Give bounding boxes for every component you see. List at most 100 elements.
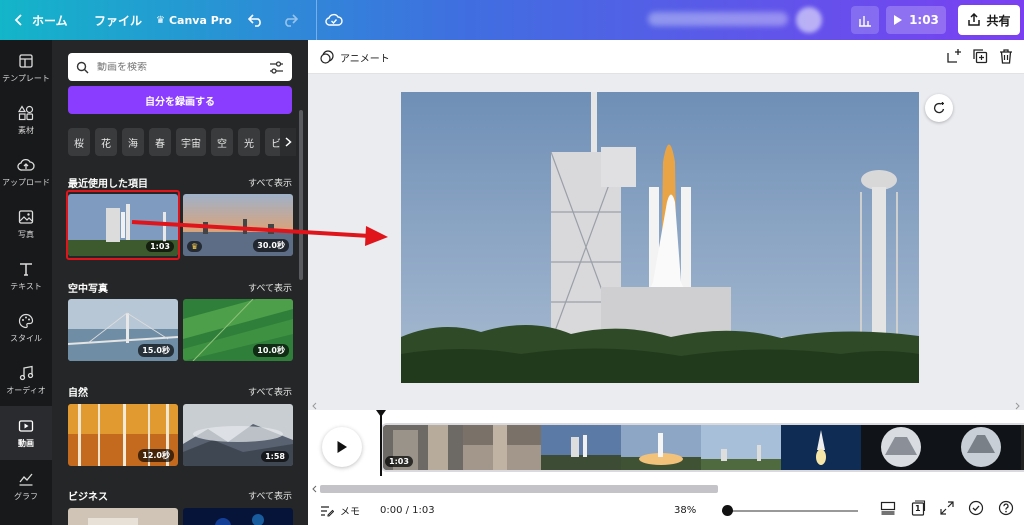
section-recent-header: 最近使用した項目 すべて表示	[68, 175, 292, 190]
playhead[interactable]	[376, 410, 386, 476]
file-menu[interactable]: ファイル	[94, 0, 142, 40]
rail-item-text[interactable]: テキスト	[0, 250, 52, 302]
avatar[interactable]	[796, 7, 822, 33]
notes-button[interactable]: メモ	[320, 496, 360, 525]
section-nature-header: 自然 すべて表示	[68, 384, 292, 399]
file-label: ファイル	[94, 13, 143, 28]
refresh-sparkle-icon	[933, 102, 945, 114]
video-thumb-field[interactable]: 10.0秒	[183, 299, 293, 361]
see-all-link[interactable]: すべて表示	[248, 281, 292, 294]
share-button[interactable]: 共有	[958, 5, 1020, 35]
chip-flower[interactable]: 花	[95, 128, 117, 156]
video-thumb-autumn-forest[interactable]: 12.0秒	[68, 404, 178, 466]
rail-item-style[interactable]: スタイル	[0, 302, 52, 354]
page-count-button[interactable]: 1	[910, 500, 926, 516]
rail-item-chart[interactable]: グラフ	[0, 460, 52, 512]
rail-item-video[interactable]: 動画	[0, 406, 52, 460]
add-page-icon[interactable]	[946, 48, 962, 64]
video-thumb-bridge[interactable]: 15.0秒	[68, 299, 178, 361]
home-button[interactable]: ホーム	[14, 0, 68, 40]
timeline: 1:03	[308, 410, 1024, 482]
undo-icon	[248, 14, 261, 27]
video-clip-track[interactable]	[381, 423, 1024, 472]
business-desk-thumbnail	[68, 508, 178, 525]
filter-icon[interactable]	[269, 60, 284, 74]
rail-item-photo[interactable]: 写真	[0, 198, 52, 250]
cloud-save-status[interactable]	[316, 0, 343, 40]
fullscreen-icon[interactable]	[940, 501, 954, 515]
grid-view-icon[interactable]	[880, 501, 896, 515]
timeline-play-button[interactable]	[322, 427, 362, 467]
present-play-button[interactable]: 1:03	[886, 6, 946, 34]
home-label: ホーム	[32, 13, 68, 28]
video-thumb-sunset-city[interactable]: ♛ 30.0秒	[183, 194, 293, 256]
zoom-slider-handle[interactable]	[722, 505, 733, 516]
insights-button[interactable]	[851, 6, 879, 34]
chip-sea[interactable]: 海	[122, 128, 144, 156]
video-thumb-misty-mountains[interactable]: 1:58	[183, 404, 293, 466]
redo-icon	[285, 14, 298, 27]
timeline-scroll-thumb[interactable]	[320, 485, 718, 493]
animate-button[interactable]: アニメート	[320, 40, 390, 74]
rail-item-upload[interactable]: アップロード	[0, 146, 52, 198]
canva-pro-label: Canva Pro	[168, 13, 232, 27]
delete-page-icon[interactable]	[998, 48, 1014, 64]
elements-icon	[18, 104, 34, 120]
rail-item-elements[interactable]: 素材	[0, 94, 52, 146]
notes-icon	[321, 505, 334, 516]
duration-badge: 1:58	[261, 451, 289, 462]
section-title: 自然	[68, 388, 88, 399]
undo-button[interactable]	[248, 0, 264, 40]
editor-toolbar: アニメート	[308, 40, 1024, 74]
video-thumb-business-network[interactable]	[183, 508, 293, 525]
video-thumb-business-desk[interactable]	[68, 508, 178, 525]
help-icon[interactable]	[998, 500, 1014, 516]
clip-duration-badge: 1:03	[385, 456, 413, 467]
search-box[interactable]	[68, 53, 292, 81]
see-all-link[interactable]: すべて表示	[248, 176, 292, 189]
regenerate-button[interactable]	[925, 94, 953, 122]
chip-space[interactable]: 宇宙	[176, 128, 206, 156]
bar-chart-icon	[859, 16, 871, 27]
panel-scrollbar[interactable]	[299, 110, 303, 280]
notes-label: メモ	[340, 507, 360, 518]
rail-item-template[interactable]: テンプレート	[0, 42, 52, 94]
side-rail: テンプレート 素材 アップロード 写真 テキスト スタイル オーディオ 動画 グ…	[0, 40, 52, 525]
timeline-scrollbar[interactable]	[308, 482, 1024, 496]
chevron-right-icon	[285, 137, 292, 147]
canva-pro-button[interactable]: ♛ Canva Pro	[156, 0, 232, 40]
video-icon	[18, 419, 34, 432]
see-all-link[interactable]: すべて表示	[248, 385, 292, 398]
chip-light[interactable]: 光	[238, 128, 260, 156]
rail-label: オーディオ	[6, 385, 46, 395]
clip-frame	[861, 425, 941, 470]
shuttle-launch-pad-image	[401, 92, 919, 383]
chip-sky[interactable]: 空	[211, 128, 233, 156]
section-aerial-header: 空中写真 すべて表示	[68, 280, 292, 295]
play-icon	[894, 15, 903, 25]
chips-next-button[interactable]	[280, 128, 296, 156]
duration-badge: 15.0秒	[138, 344, 174, 357]
zoom-level[interactable]: 38%	[674, 496, 696, 525]
chevron-left-icon	[14, 14, 22, 26]
design-title-blurred[interactable]	[648, 12, 788, 26]
duration-badge: 12.0秒	[138, 449, 174, 462]
redo-button[interactable]	[282, 0, 298, 40]
clip-frame	[941, 425, 1021, 470]
scroll-left-icon[interactable]	[310, 482, 320, 496]
record-yourself-button[interactable]: 自分を録画する	[68, 86, 292, 114]
chip-sakura[interactable]: 桜	[68, 128, 90, 156]
search-input[interactable]	[97, 61, 261, 73]
clip-frame	[541, 425, 621, 470]
duplicate-page-icon[interactable]	[972, 48, 988, 64]
design-canvas[interactable]	[401, 92, 919, 383]
video-panel: 自分を録画する 桜 花 海 春 宇宙 空 光 ビ 最近使用した項目 すべて表示 …	[52, 40, 308, 525]
rail-label: 写真	[18, 229, 34, 239]
rail-item-audio[interactable]: オーディオ	[0, 354, 52, 406]
audio-icon	[19, 365, 34, 380]
see-all-link[interactable]: すべて表示	[248, 489, 292, 502]
rail-label: アップロード	[2, 177, 50, 187]
zoom-slider[interactable]	[722, 510, 858, 512]
chip-spring[interactable]: 春	[149, 128, 171, 156]
check-circle-icon[interactable]	[968, 500, 984, 516]
